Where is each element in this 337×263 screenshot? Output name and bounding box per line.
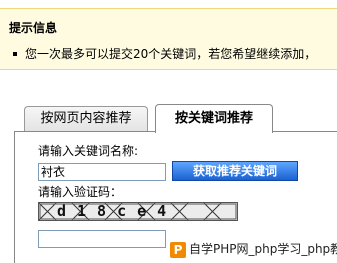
watermark-logo-icon: P — [170, 241, 186, 258]
fetch-recommend-button[interactable]: 获取推荐关键词 — [172, 161, 298, 181]
captcha-image[interactable]: d18ce4 — [38, 202, 238, 221]
captcha-text: d18ce4 — [57, 202, 178, 220]
captcha-label: 请输入验证码： — [38, 185, 123, 199]
keyword-label: 请输入关键词名称: — [38, 144, 139, 158]
captcha-input[interactable] — [38, 230, 166, 248]
watermark-text: 自学PHP网_php学习_php教 — [189, 242, 337, 256]
tab-bar: 按网页内容推荐 按关键词推荐 — [0, 104, 337, 133]
keyword-input[interactable]: 衬衣 — [38, 163, 166, 181]
watermark: P 自学PHP网_php学习_php教 — [166, 236, 337, 263]
tab-web-content[interactable]: 按网页内容推荐 — [24, 106, 148, 132]
notice-message-text: 您一次最多可以提交20个关键词，若您希望继续添加， — [25, 47, 317, 61]
tab-keyword[interactable]: 按关键词推荐 — [155, 104, 273, 133]
bullet-icon — [13, 51, 17, 56]
notice-message: 您一次最多可以提交20个关键词，若您希望继续添加， — [9, 45, 316, 62]
notice-box: 提示信息 您一次最多可以提交20个关键词，若您希望继续添加， — [0, 8, 337, 70]
notice-title: 提示信息 — [9, 21, 58, 35]
